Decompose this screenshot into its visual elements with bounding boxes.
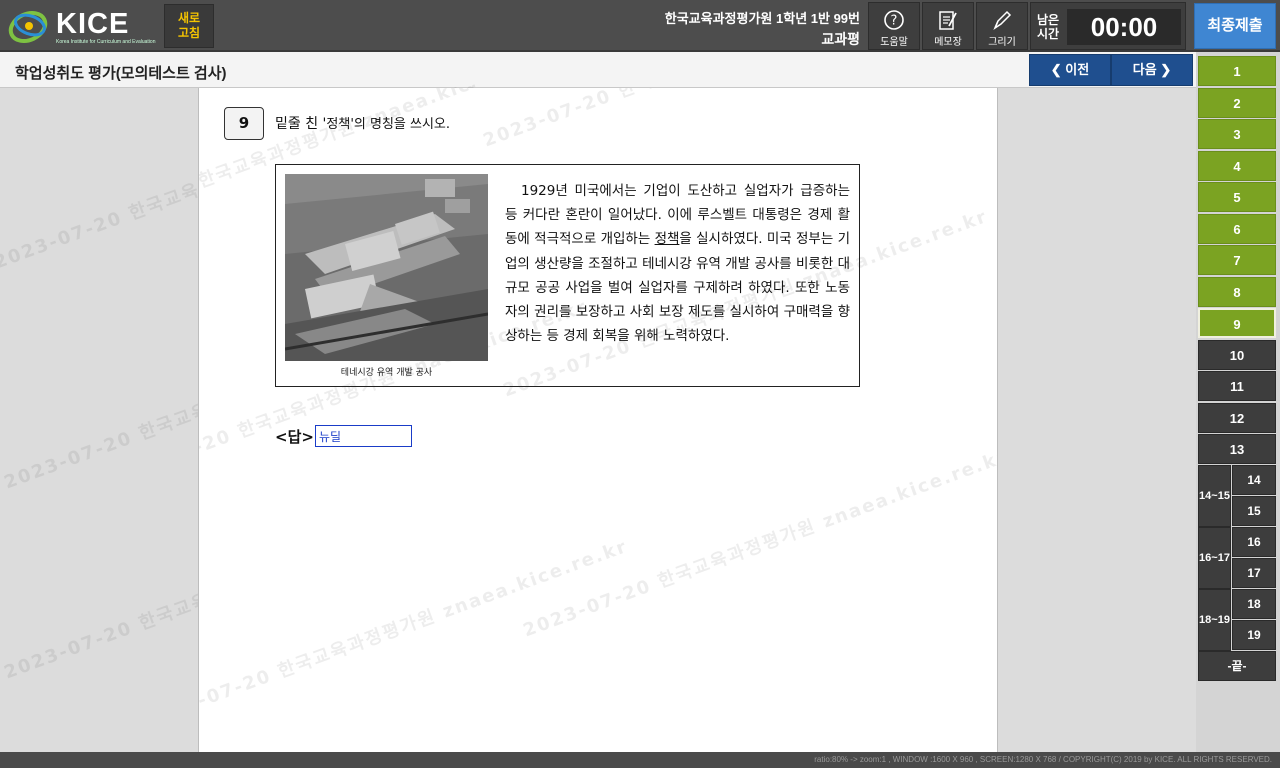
question-nav-item-13[interactable]: 13 [1198, 434, 1276, 464]
dam-construction-photo [285, 174, 488, 361]
page-title: 학업성취도 평가(모의테스트 검사) [15, 65, 227, 82]
photo-caption: 테네시강 유역 개발 공사 [340, 368, 433, 378]
question-nav-item-3[interactable]: 3 [1198, 119, 1276, 149]
draw-label: 그리기 [988, 37, 1016, 48]
refresh-label-2: 고침 [177, 26, 201, 40]
kice-swirl-icon [8, 10, 48, 44]
passage-box: 테네시강 유역 개발 공사 1929년 미국에서는 기업이 도산하고 실업자가 … [275, 164, 860, 387]
logo-subtitle: Korea Institute for Curriculum and Evalu… [56, 39, 156, 45]
photo-image [285, 174, 488, 361]
refresh-label-1: 새로 [177, 11, 201, 25]
answer-input[interactable] [315, 425, 412, 447]
top-bar: KICE Korea Institute for Curriculum and … [0, 0, 1280, 52]
help-icon: ? [884, 10, 904, 30]
question-paper: 2023-07-20 한국교육과정평가원 znaea.kice.re.kr 20… [198, 88, 998, 752]
refresh-button[interactable]: 새로 고침 [164, 4, 214, 48]
help-label: 도움말 [880, 37, 908, 48]
subject-name: 교과평 [821, 31, 860, 47]
memo-icon [939, 11, 957, 30]
remaining-time-label: 남은 시간 [1037, 13, 1060, 41]
memo-label: 메모장 [934, 37, 962, 48]
question-nav-item-6[interactable]: 6 [1198, 213, 1276, 244]
question-group: 16~17 16 17 [1198, 527, 1276, 589]
title-bar: 학업성취도 평가(모의테스트 검사) ❮ 이전 다음 ❯ [0, 52, 1196, 88]
draw-button[interactable]: 그리기 [976, 2, 1028, 50]
remaining-time-panel: 남은 시간 00:00 [1030, 2, 1186, 50]
kice-logo: KICE Korea Institute for Curriculum and … [8, 6, 156, 46]
next-button[interactable]: 다음 ❯ [1111, 54, 1193, 86]
exam-info: 한국교육과정평가원 1학년 1반 99번 교과평 [665, 8, 860, 49]
question-nav-item-8[interactable]: 8 [1198, 276, 1276, 307]
watermark: 2023-07-20 한국교육과정평가원 znaea.kice.re.kr [479, 88, 971, 152]
question-nav-item-15[interactable]: 15 [1232, 496, 1276, 526]
answer-label: <답> [275, 428, 314, 446]
question-nav-item-9[interactable]: 9 [1198, 308, 1276, 338]
watermark: 2023-07-20 한국교육과정평가원 znaea.kice.re.kr [198, 535, 631, 732]
help-button[interactable]: ? 도움말 [868, 2, 920, 50]
question-text: 밑줄 친 '정책'의 명칭을 쓰시오. [275, 116, 451, 132]
question-group: 14~15 14 15 [1198, 465, 1276, 527]
question-group: 18~19 18 19 [1198, 589, 1276, 651]
question-group-label: 14~15 [1198, 465, 1231, 527]
logo-text: KICE [56, 8, 130, 40]
remaining-time-value: 00:00 [1067, 9, 1181, 45]
question-nav-item-1[interactable]: 1 [1198, 56, 1276, 86]
passage-text: 1929년 미국에서는 기업이 도산하고 실업자가 급증하는 등 커다란 혼란이… [505, 183, 850, 345]
question-number: 9 [224, 107, 264, 140]
question-nav-item-2[interactable]: 2 [1198, 87, 1276, 118]
memo-button[interactable]: 메모장 [922, 2, 974, 50]
question-nav-item-14[interactable]: 14 [1232, 465, 1276, 495]
final-submit-button[interactable]: 최종제출 [1194, 3, 1276, 49]
question-nav-item-17[interactable]: 17 [1232, 558, 1276, 588]
pen-icon [993, 10, 1012, 31]
question-nav-item-10[interactable]: 10 [1198, 339, 1276, 370]
end-marker: -끝- [1198, 651, 1276, 681]
question-nav-item-16[interactable]: 16 [1232, 527, 1276, 557]
exam-app: KICE Korea Institute for Curriculum and … [0, 0, 1280, 768]
question-group-label: 16~17 [1198, 527, 1231, 589]
question-nav-item-7[interactable]: 7 [1198, 245, 1276, 275]
question-navigator: 1 2 3 4 5 6 7 8 9 10 11 12 13 14~15 14 15 16~17 16 17 18~19… [1196, 52, 1280, 752]
underlined-policy: 정책 [654, 231, 680, 248]
question-nav-item-12[interactable]: 12 [1198, 402, 1276, 433]
question-nav-item-19[interactable]: 19 [1232, 620, 1276, 650]
svg-text:?: ? [891, 14, 898, 29]
question-group-label: 18~19 [1198, 589, 1231, 651]
question-nav-item-5[interactable]: 5 [1198, 182, 1276, 212]
question-nav-item-18[interactable]: 18 [1232, 589, 1276, 619]
question-nav-item-11[interactable]: 11 [1198, 371, 1276, 401]
question-nav-item-4[interactable]: 4 [1198, 150, 1276, 181]
student-info: 한국교육과정평가원 1학년 1반 99번 [664, 11, 860, 26]
prev-button[interactable]: ❮ 이전 [1029, 54, 1111, 86]
footer-status: ratio:80% -> zoom:1 , WINDOW :1600 X 960… [0, 752, 1280, 768]
watermark: 2023-07-20 한국교육과정평가원 znaea.kice.re.kr [520, 445, 998, 642]
